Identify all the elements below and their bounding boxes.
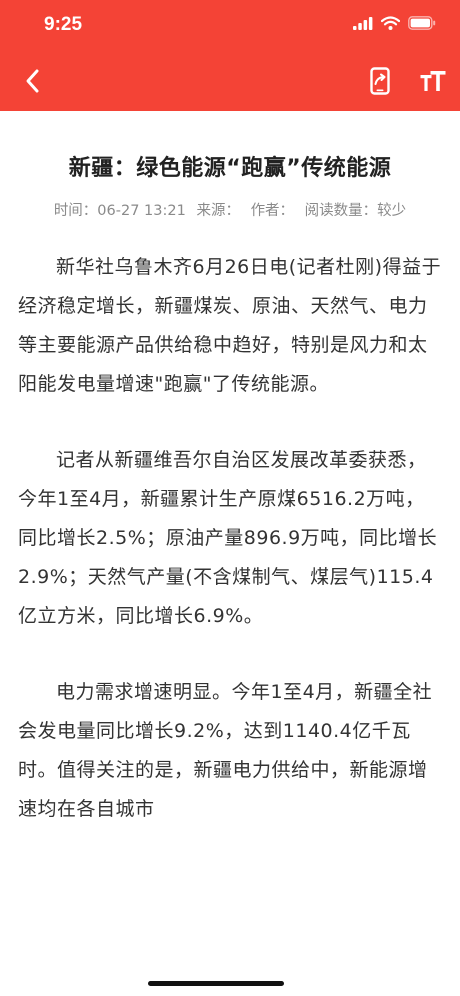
article-paragraph: 电力需求增速明显。今年1至4月，新疆全社会发电量同比增长9.2%，达到1140.… bbox=[18, 681, 433, 820]
status-icons bbox=[353, 16, 436, 30]
publish-time: 时间：06-27 13:21 bbox=[53, 203, 186, 219]
app-header: 9:25 bbox=[0, 0, 460, 111]
home-indicator[interactable] bbox=[148, 981, 284, 986]
font-size-icon[interactable] bbox=[420, 70, 446, 92]
article-title: 新疆：绿色能源“跑赢”传统能源 bbox=[68, 156, 392, 181]
article-paragraph: 新华社乌鲁木齐6月26日电(记者杜刚)得益于经济稳定增长，新疆煤炭、原油、天然气… bbox=[18, 256, 442, 395]
read-count: 阅读数量：较少 bbox=[304, 203, 407, 219]
article-meta: 时间：06-27 13:21 来源： 作者： 阅读数量：较少 bbox=[0, 199, 460, 220]
article-author: 作者： bbox=[250, 203, 295, 219]
signal-icon bbox=[353, 16, 373, 30]
article-source: 来源： bbox=[196, 203, 240, 219]
battery-icon bbox=[408, 16, 436, 30]
share-phone-icon[interactable] bbox=[369, 66, 393, 96]
status-bar: 9:25 bbox=[0, 0, 460, 50]
article-body: 新华社乌鲁木齐6月26日电(记者杜刚)得益于经济稳定增长，新疆煤炭、原油、天然气… bbox=[18, 248, 443, 866]
toolbar bbox=[0, 50, 460, 111]
wifi-icon bbox=[381, 16, 400, 30]
status-time: 9:25 bbox=[44, 14, 83, 35]
chevron-left-icon[interactable] bbox=[20, 66, 48, 96]
article-paragraph: 记者从新疆维吾尔自治区发展改革委获悉，今年1至4月，新疆累计生产原煤6516.2… bbox=[18, 449, 438, 627]
